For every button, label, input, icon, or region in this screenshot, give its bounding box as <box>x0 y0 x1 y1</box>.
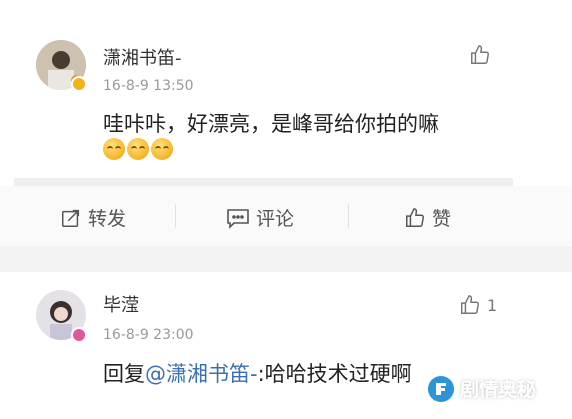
smile-emoji-icon <box>127 138 149 160</box>
like-button[interactable]: 1 <box>459 294 497 316</box>
smile-emoji-icon <box>151 138 173 160</box>
divider <box>0 246 572 272</box>
action-bar: 转发 评论 赞 <box>0 186 572 246</box>
comment-card: 潇湘书笛- 16-8-9 13:50 哇咔咔，好漂亮，是峰哥给你拍的嘛 <box>0 0 572 178</box>
divider <box>14 178 513 186</box>
thumbs-up-icon <box>471 45 489 64</box>
like-count: 1 <box>487 295 498 315</box>
repost-icon <box>62 209 80 227</box>
comment-button[interactable]: 评论 <box>226 204 294 231</box>
username[interactable]: 毕滢 <box>103 291 139 317</box>
watermark: 剧情奥秘 <box>428 375 536 402</box>
emoji-row <box>103 138 173 160</box>
verified-badge-icon <box>71 327 87 343</box>
watermark-logo-icon <box>428 375 454 402</box>
timestamp: 16-8-9 13:50 <box>103 78 194 94</box>
verified-badge-icon <box>71 76 87 92</box>
separator <box>348 204 349 228</box>
like-action-button[interactable]: 赞 <box>404 204 451 231</box>
reply-text: :哈哈技术过硬啊 <box>257 362 412 386</box>
username[interactable]: 潇湘书笛- <box>103 44 182 70</box>
like-label: 赞 <box>432 208 452 230</box>
watermark-text: 剧情奥秘 <box>460 379 537 401</box>
thumbs-up-icon <box>406 207 424 227</box>
repost-button[interactable]: 转发 <box>60 204 126 231</box>
smile-emoji-icon <box>103 138 125 160</box>
reply-prefix: 回复 <box>103 362 145 386</box>
repost-label: 转发 <box>88 208 127 230</box>
thumbs-up-icon <box>461 295 479 314</box>
comment-icon <box>227 208 249 229</box>
timestamp: 16-8-9 23:00 <box>103 327 194 343</box>
comment-text: 哇咔咔，好漂亮，是峰哥给你拍的嘛 <box>103 112 439 136</box>
separator <box>175 204 176 228</box>
comment-text: 回复@潇湘书笛-:哈哈技术过硬啊 <box>103 358 412 388</box>
like-button[interactable] <box>469 44 497 66</box>
mention-link[interactable]: @潇湘书笛- <box>145 362 258 386</box>
comment-label: 评论 <box>256 208 295 230</box>
